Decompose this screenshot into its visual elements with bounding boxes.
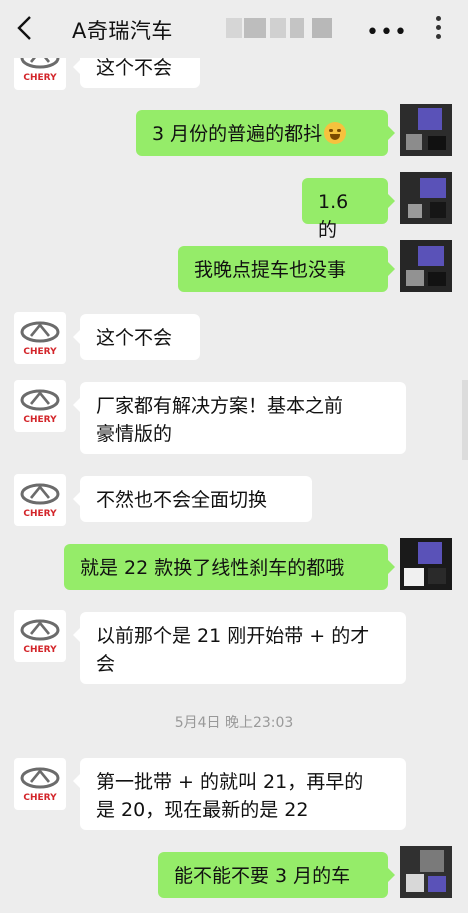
- chery-logo-icon: CHERY: [20, 767, 60, 803]
- chery-avatar[interactable]: CHERY: [14, 380, 66, 432]
- more-icon[interactable]: •••: [366, 20, 408, 45]
- brand-logo-text: CHERY: [23, 347, 57, 357]
- message-line: 会: [96, 653, 116, 675]
- timestamp: 5月4日 晚上23:03: [174, 715, 294, 731]
- message-bubble: 以前那个是 21 刚开始带 + 的才 会: [73, 612, 406, 684]
- brand-logo-text: CHERY: [23, 645, 57, 655]
- message-bubble: 厂家都有解决方案！基本之前 豪情版的: [73, 382, 406, 454]
- chery-logo-icon: CHERY: [20, 483, 60, 519]
- brand-logo-text: CHERY: [23, 509, 57, 519]
- message-bubble: 这个不会: [73, 314, 200, 360]
- chevron-left-icon[interactable]: [14, 14, 36, 42]
- brand-logo-text: CHERY: [23, 793, 57, 803]
- chery-logo-icon: CHERY: [20, 321, 60, 357]
- user-avatar[interactable]: [400, 172, 452, 224]
- message-bubble: 我晚点提车也没事: [178, 246, 395, 292]
- message-bubble: 3 月份的普遍的都抖: [136, 110, 395, 156]
- message-line: 以前那个是 21 刚开始带 + 的才: [96, 625, 370, 647]
- chery-avatar[interactable]: CHERY: [14, 610, 66, 662]
- scroll-edge: [462, 380, 468, 460]
- message-line: 厂家都有解决方案！基本之前: [96, 395, 344, 417]
- chat-title: A奇瑞汽车: [72, 19, 173, 43]
- message-bubble: 不然也不会全面切换: [73, 476, 312, 522]
- chery-logo-icon: CHERY: [20, 389, 60, 425]
- user-avatar[interactable]: [400, 846, 452, 898]
- message-bubble: 第一批带 + 的就叫 21，再早的 是 20，现在最新的是 22: [73, 758, 406, 830]
- message-line: 豪情版的: [96, 423, 173, 445]
- message-text: 3 月份的普遍的都抖: [152, 123, 323, 145]
- chery-logo-icon: CHERY: [20, 619, 60, 655]
- chat-header-overlay: A奇瑞汽车 •••: [0, 0, 468, 58]
- chery-avatar[interactable]: CHERY: [14, 758, 66, 810]
- message-bubble: 能不能不要 3 月的车: [158, 852, 395, 898]
- chery-avatar[interactable]: CHERY: [14, 312, 66, 364]
- message-line: 第一批带 + 的就叫 21，再早的: [96, 771, 364, 793]
- chery-avatar[interactable]: CHERY: [14, 474, 66, 526]
- brand-logo-text: CHERY: [23, 415, 57, 425]
- user-avatar[interactable]: [400, 538, 452, 590]
- laughing-emoji-icon: [324, 122, 347, 144]
- message-line: 是 20，现在最新的是 22: [96, 799, 309, 821]
- user-avatar[interactable]: [400, 240, 452, 292]
- brand-logo-text: CHERY: [23, 73, 57, 83]
- message-bubble: 就是 22 款换了线性刹车的都哦: [64, 544, 395, 590]
- user-avatar[interactable]: [400, 104, 452, 156]
- blurred-subtitle: [226, 18, 336, 38]
- message-bubble: 1.6 的: [302, 178, 395, 241]
- vertical-dots-icon[interactable]: [436, 16, 444, 46]
